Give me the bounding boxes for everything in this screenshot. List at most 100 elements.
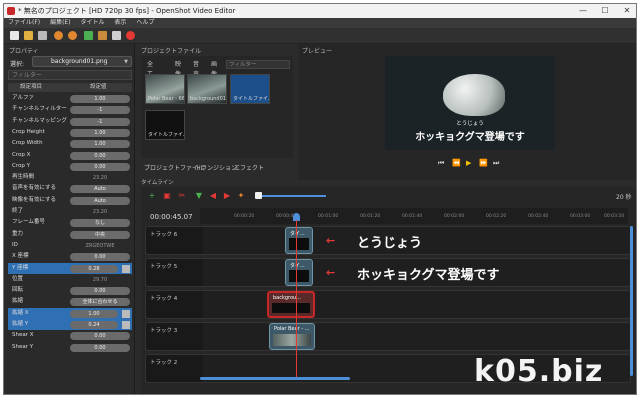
properties-panel: プロパティ 選択: background01.png ▼ フィルター 設定項目 … <box>4 44 135 394</box>
properties-filter-input[interactable]: フィルター <box>8 70 132 80</box>
property-row[interactable]: チャンネルマッピング -1 <box>8 116 132 127</box>
property-row[interactable]: Shear X 0.00 <box>8 330 132 341</box>
file-thumbnail[interactable]: タイトルファイル名... <box>145 110 185 140</box>
timeline-horizontal-scrollbar[interactable] <box>200 377 350 380</box>
tab-effects[interactable]: エフェクト <box>234 163 264 172</box>
undo-icon[interactable] <box>54 31 63 40</box>
ruler-tick-label: 00:01:40 <box>402 214 423 219</box>
property-row[interactable]: 映像を有効にする Auto <box>8 195 132 206</box>
openshot-logo-icon <box>7 7 15 15</box>
property-row[interactable]: 再生時間 23.20 <box>8 172 132 183</box>
app-window: * 無名のプロジェクト [HD 720p 30 fps] - OpenShot … <box>3 3 637 395</box>
play-button[interactable]: ▶ <box>466 159 471 167</box>
select-label: 選択: <box>10 61 25 68</box>
property-row[interactable]: Crop X 0.00 <box>8 150 132 161</box>
col-value-header: 設定値 <box>90 84 107 90</box>
file-thumbnail[interactable]: background01.p... <box>187 74 227 104</box>
menu-bar: ファイル(F) 編集(E) タイトル 表示 ヘルプ <box>4 18 636 28</box>
property-row[interactable]: 終了 23.20 <box>8 206 132 217</box>
selected-item-value: background01.png <box>51 58 108 65</box>
property-row[interactable]: Crop Y 0.00 <box>8 161 132 172</box>
ruler-tick-label: 00:03:00 <box>570 214 591 219</box>
property-row[interactable]: 位置 29.70 <box>8 274 132 285</box>
minimize-button[interactable]: — <box>572 4 594 18</box>
ruler-tick-label: 00:01:20 <box>360 214 381 219</box>
property-row[interactable]: Shear Y 0.00 <box>8 342 132 353</box>
snapping-icon[interactable]: ▣ <box>163 192 171 200</box>
new-project-icon[interactable] <box>10 31 19 40</box>
property-row-highlighted[interactable]: Y 座標 0.28 <box>8 262 132 274</box>
timeline-clip[interactable]: Polar Bear - ... <box>269 323 315 350</box>
menu-help[interactable]: ヘルプ <box>132 18 158 28</box>
open-project-icon[interactable] <box>24 31 33 40</box>
property-row[interactable]: チャンネルフィルター -1 <box>8 104 132 115</box>
track-row[interactable]: トラック 4 backgrou... <box>145 290 631 319</box>
zoom-slider-track[interactable] <box>258 195 326 197</box>
menu-edit[interactable]: 編集(E) <box>46 18 74 28</box>
property-row-highlighted[interactable]: 拡縮 X 1.00 <box>8 307 132 319</box>
property-row[interactable]: 拡縮 全体に合わせる <box>8 296 132 307</box>
fullscreen-icon[interactable] <box>112 31 121 40</box>
timeline-clip[interactable]: タイ... <box>285 227 313 254</box>
zoom-slider-handle[interactable] <box>255 192 262 199</box>
menu-title[interactable]: タイトル <box>76 18 108 28</box>
video-preview: とうじょう ホッキョクグマ登場です <box>385 56 555 150</box>
property-row[interactable]: Crop Height 1.00 <box>8 127 132 138</box>
watermark: k05.biz <box>474 354 604 389</box>
ruler-tick-label: 00:02:40 <box>528 214 549 219</box>
center-playhead-icon[interactable]: ✦ <box>237 192 245 200</box>
jump-start-button[interactable]: ⏮ <box>438 159 444 168</box>
properties-header: 設定項目 設定値 <box>8 83 132 92</box>
add-marker-icon[interactable]: ▼ <box>195 192 203 200</box>
menu-view[interactable]: 表示 <box>110 18 130 28</box>
import-files-icon[interactable] <box>84 31 93 40</box>
project-files-title: プロジェクトファイル <box>141 48 202 55</box>
property-row[interactable]: 重力 中央 <box>8 229 132 240</box>
ruler-tick-label: 00:02:00 <box>444 214 465 219</box>
timeline-vertical-scrollbar[interactable] <box>630 226 633 376</box>
ruler-tick-label: 00:01:00 <box>318 214 339 219</box>
add-track-icon[interactable]: + <box>148 192 156 200</box>
track-row[interactable]: トラック 3 Polar Bear - ... <box>145 322 631 351</box>
selected-item-dropdown[interactable]: background01.png ▼ <box>32 56 132 67</box>
track-name: トラック 4 <box>150 296 178 302</box>
property-row[interactable]: X 座標 0.00 <box>8 251 132 262</box>
chevron-down-icon: ▼ <box>124 59 128 65</box>
razor-icon[interactable]: ✂ <box>178 192 186 200</box>
timeline-clip[interactable]: タイ... <box>285 259 313 286</box>
tab-transitions[interactable]: トランジション <box>195 163 237 172</box>
tab-video[interactable]: 映像 <box>173 60 183 78</box>
menu-file[interactable]: ファイル(F) <box>4 18 44 28</box>
tab-image[interactable]: 画像 <box>209 60 219 78</box>
choose-profile-icon[interactable] <box>98 31 107 40</box>
export-video-icon[interactable] <box>126 31 135 40</box>
keyframe-icon[interactable] <box>122 264 130 273</box>
property-row[interactable]: フレーム番号 なし <box>8 217 132 228</box>
timecode-display: 00:00:45.07 <box>150 213 193 221</box>
fast-forward-button[interactable]: ⏩ <box>479 159 488 167</box>
keyframe-icon[interactable] <box>122 309 130 318</box>
redo-icon[interactable] <box>68 31 77 40</box>
tab-all[interactable]: 全て表示 <box>145 60 155 98</box>
rewind-button[interactable]: ⏪ <box>452 159 461 167</box>
timeline-clip-selected[interactable]: backgrou... <box>267 291 315 318</box>
property-row[interactable]: Crop Width 1.00 <box>8 138 132 149</box>
property-row-highlighted[interactable]: 拡縮 Y 0.24 <box>8 319 132 331</box>
keyframe-icon[interactable] <box>122 321 130 329</box>
annotation-arrow: ← <box>326 266 336 279</box>
property-row[interactable]: アルファ 1.00 <box>8 93 132 104</box>
next-marker-icon[interactable]: ▶ <box>223 192 231 200</box>
file-thumbnail-selected[interactable]: タイトルファイル名... <box>230 74 270 104</box>
property-row[interactable]: 音声を有効にする Auto <box>8 183 132 194</box>
jump-end-button[interactable]: ⏭ <box>493 159 499 168</box>
project-files-filter-input[interactable]: フィルター <box>226 60 290 69</box>
file-thumbnail[interactable]: Polar Bear - 664... <box>145 74 185 104</box>
property-row[interactable]: 回転 0.00 <box>8 285 132 296</box>
save-project-icon[interactable] <box>38 31 47 40</box>
playhead-line <box>296 220 297 380</box>
maximize-button[interactable]: ☐ <box>594 4 616 18</box>
close-button[interactable]: ✕ <box>616 4 636 18</box>
previous-marker-icon[interactable]: ◀ <box>209 192 217 200</box>
property-row[interactable]: ID ZRGEOTWE <box>8 240 132 251</box>
tab-audio[interactable]: 音声 <box>191 60 201 78</box>
